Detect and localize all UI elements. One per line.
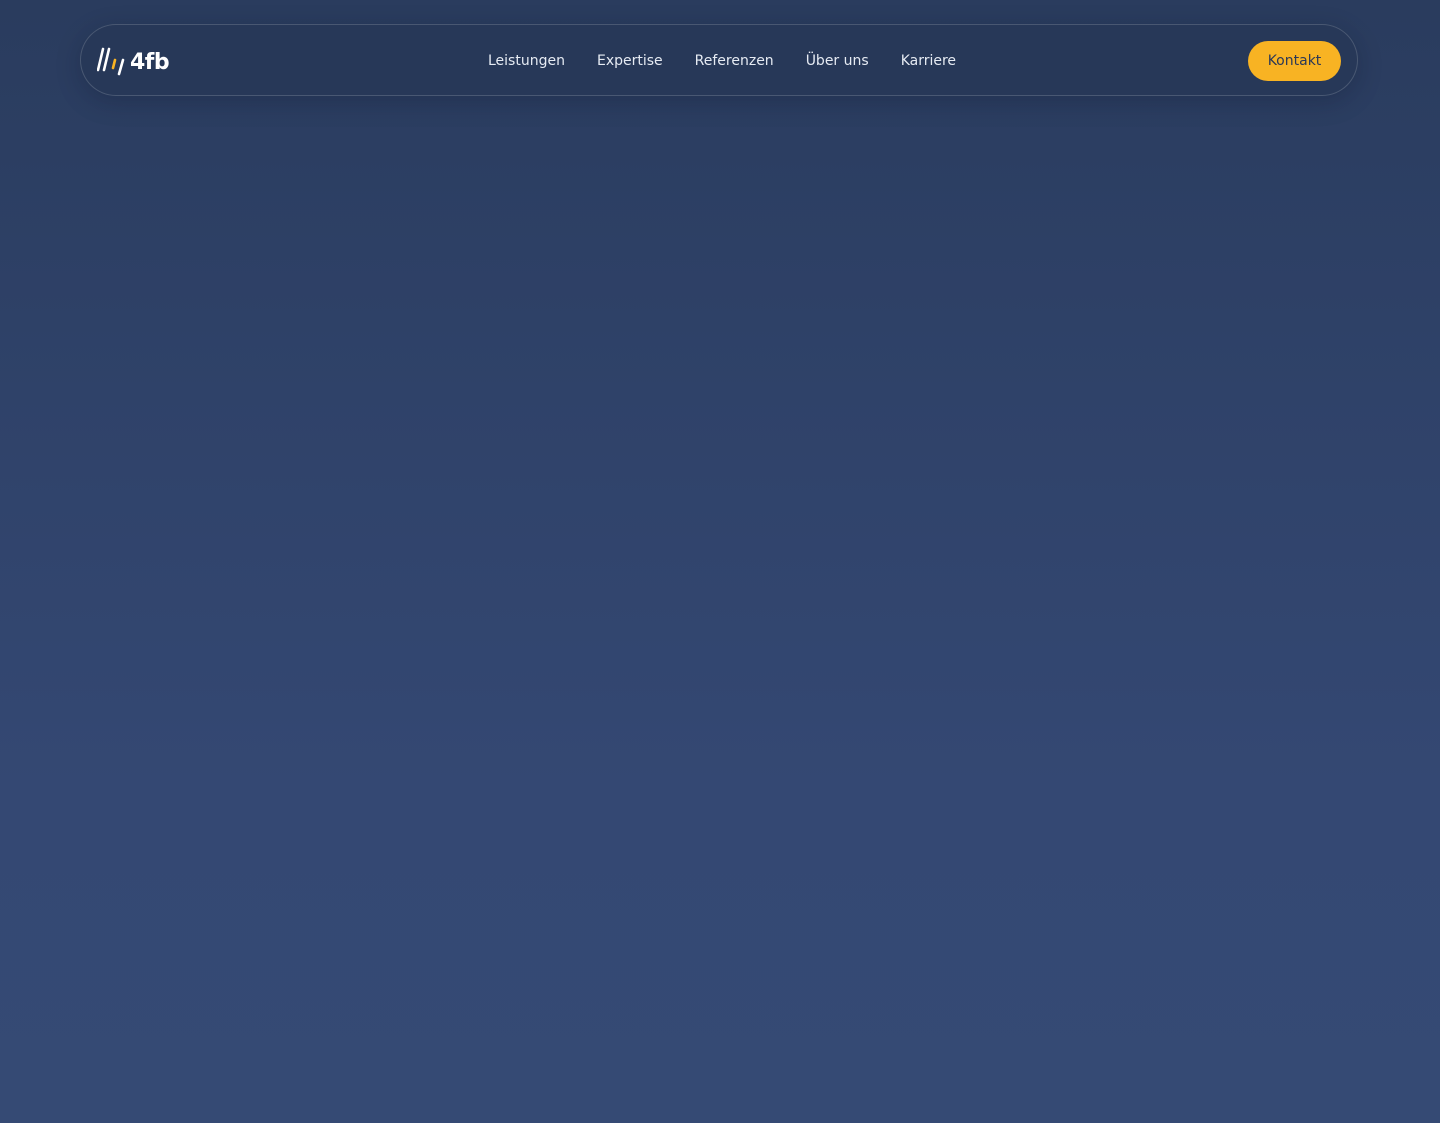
slashes-logo-icon [97,47,125,76]
nav-link-leistungen[interactable]: Leistungen [488,49,565,73]
brand-logo-link[interactable]: 4fb [97,45,170,77]
main-menu: Leistungen Expertise Referenzen Über uns… [488,49,956,73]
nav-link-referenzen[interactable]: Referenzen [695,49,774,73]
nav-link-karriere[interactable]: Karriere [901,49,956,73]
nav-link-expertise[interactable]: Expertise [597,49,663,73]
top-navigation-bar: 4fb Leistungen Expertise Referenzen Über… [80,24,1358,96]
nav-link-ueber-uns[interactable]: Über uns [806,49,869,73]
brand-name: 4fb [130,49,170,75]
contact-button[interactable]: Kontakt [1248,41,1341,81]
